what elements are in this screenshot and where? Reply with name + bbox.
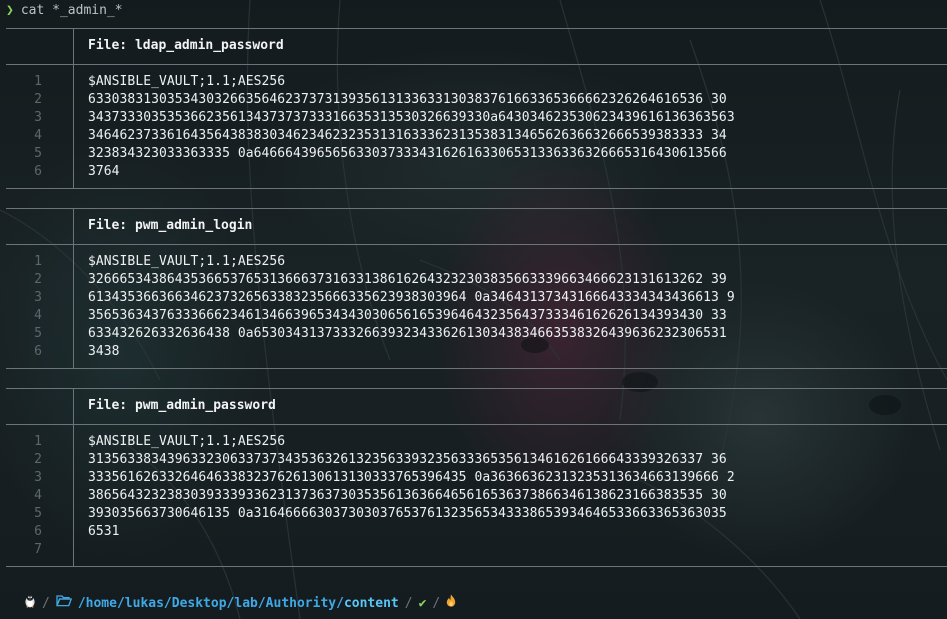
- header-rule: [6, 64, 947, 65]
- line-number: 7: [34, 542, 42, 557]
- file-header-ldap-admin-password: File: ldap_admin_password: [88, 37, 284, 55]
- line-number: 5: [34, 146, 42, 161]
- code-line: 633432626332636438 0a6530343137333266393…: [88, 326, 727, 341]
- file-label: File:: [88, 398, 128, 413]
- segment-separator: /: [42, 596, 50, 611]
- current-directory-path[interactable]: /home/lukas/Desktop/lab/Authority/conten…: [78, 594, 399, 614]
- gutter-divider: [73, 208, 74, 368]
- code-line: 3335616263326464633832376261306131303337…: [88, 470, 735, 485]
- line-number: 1: [34, 434, 42, 449]
- line-number: 6: [34, 164, 42, 179]
- line-number: 5: [34, 326, 42, 341]
- code-line: 3266653438643536653765313666373163313861…: [88, 272, 727, 287]
- code-line: 393035663730646135 0a3164666630373030376…: [88, 506, 727, 521]
- table-bottom-rule: [6, 368, 947, 369]
- file-header-pwm-admin-login: File: pwm_admin_login: [88, 217, 252, 235]
- code-line: 3464623733616435643838303462346232353131…: [88, 128, 727, 143]
- shell-status-line: / /home/lukas/Desktop/lab/Authority/cont…: [24, 593, 456, 615]
- code-line: 3135633834396332306337373435363261323563…: [88, 452, 727, 467]
- file-label: File:: [88, 218, 128, 233]
- line-number: 3: [34, 470, 42, 485]
- segment-separator: /: [404, 596, 413, 611]
- file-header-pwm-admin-password: File: pwm_admin_password: [88, 397, 276, 415]
- path-home: /home: [77, 596, 117, 611]
- line-numbers: 1 2 3 4 5 6: [6, 73, 42, 181]
- code-line: $ANSIBLE_VAULT;1.1;AES256: [88, 434, 286, 449]
- prompt-arrow-icon: ❯: [6, 3, 14, 18]
- code-line: 3565363437633366623461346639653434303065…: [88, 308, 727, 323]
- line-number: 3: [34, 110, 42, 125]
- gutter-divider: [73, 28, 74, 188]
- line-number: 4: [34, 128, 42, 143]
- file-label: File:: [88, 38, 128, 53]
- line-number: 1: [34, 254, 42, 269]
- table-bottom-rule: [6, 188, 947, 189]
- code-line: 3764: [88, 164, 120, 179]
- code-line: 3438: [88, 344, 120, 359]
- code-line: $ANSIBLE_VAULT;1.1;AES256: [88, 254, 286, 269]
- code-line: 323834323033363335 0a6466643965656330373…: [88, 146, 727, 161]
- success-check-icon: ✔: [418, 596, 427, 611]
- code-line: $ANSIBLE_VAULT;1.1;AES256: [88, 74, 286, 89]
- line-number: 2: [34, 452, 42, 467]
- fire-icon: [446, 594, 456, 614]
- table-bottom-rule: [6, 566, 947, 567]
- file-name: ldap_admin_password: [134, 38, 284, 53]
- line-number: 1: [34, 74, 42, 89]
- code-line: 6134353663663462373265633832356663356239…: [88, 290, 735, 305]
- header-rule: [6, 244, 947, 245]
- code-line: 6330383130353430326635646237373139356131…: [88, 92, 727, 107]
- line-numbers: 1 2 3 4 5 6 7: [6, 433, 42, 559]
- path-middle: /lukas/Desktop/lab/Authority/: [116, 596, 344, 611]
- line-number: 6: [34, 524, 42, 539]
- shell-prompt: ❯ cat *_admin_*: [6, 2, 123, 20]
- line-number: 6: [34, 344, 42, 359]
- prompt-command[interactable]: cat *_admin_*: [21, 3, 123, 18]
- table-top-rule: [6, 208, 947, 209]
- file-name: pwm_admin_password: [134, 398, 276, 413]
- table-top-rule: [6, 28, 947, 29]
- line-number: 2: [34, 92, 42, 107]
- file-content: $ANSIBLE_VAULT;1.1;AES256 63303831303534…: [88, 73, 735, 181]
- header-rule: [6, 424, 947, 425]
- line-number: 2: [34, 272, 42, 287]
- file-name: pwm_admin_login: [134, 218, 253, 233]
- path-current-folder: content: [343, 596, 399, 611]
- line-number: 3: [34, 290, 42, 305]
- code-line: 6531: [88, 524, 120, 539]
- code-line: 3437333035353662356134373737333166353135…: [88, 110, 735, 125]
- folder-open-icon: [55, 594, 72, 614]
- file-content: $ANSIBLE_VAULT;1.1;AES256 32666534386435…: [88, 253, 735, 361]
- code-line: 3865643232383039333933623137363730353561…: [88, 488, 727, 503]
- line-number: 4: [34, 308, 42, 323]
- table-top-rule: [6, 388, 947, 389]
- linux-penguin-icon: [24, 593, 36, 615]
- line-number: 5: [34, 506, 42, 521]
- file-content: $ANSIBLE_VAULT;1.1;AES256 31356338343963…: [88, 433, 735, 559]
- gutter-divider: [73, 388, 74, 566]
- line-number: 4: [34, 488, 42, 503]
- segment-separator: /: [432, 596, 441, 611]
- line-numbers: 1 2 3 4 5 6: [6, 253, 42, 361]
